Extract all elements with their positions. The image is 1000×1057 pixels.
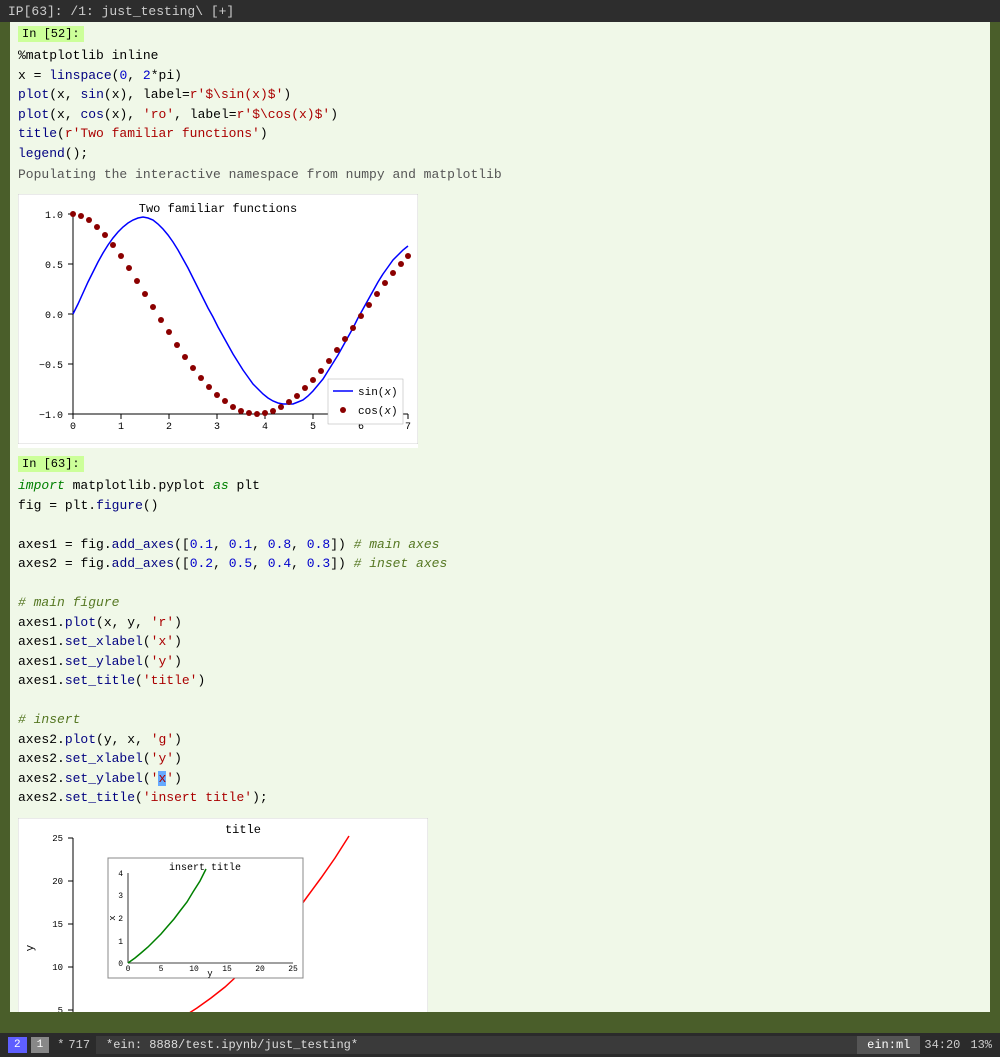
svg-text:0: 0 bbox=[70, 422, 76, 433]
cell-52-output: Populating the interactive namespace fro… bbox=[18, 165, 982, 186]
cell-63: In [63]: import matplotlib.pyplot as plt… bbox=[10, 452, 990, 814]
code-line: # main figure bbox=[18, 593, 982, 613]
svg-text:3: 3 bbox=[214, 422, 220, 433]
notebook: In [52]: %matplotlib inline x = linspace… bbox=[10, 22, 990, 1012]
code-line: title(r'Two familiar functions') bbox=[18, 124, 982, 144]
svg-text:2: 2 bbox=[118, 915, 123, 924]
code-line: axes1.plot(x, y, 'r') bbox=[18, 613, 982, 633]
chart-2-inset-ylabel: x bbox=[108, 915, 118, 920]
svg-text:20: 20 bbox=[52, 877, 63, 887]
svg-text:15: 15 bbox=[222, 965, 232, 974]
code-line: plot(x, cos(x), 'ro', label=r'$\cos(x)$'… bbox=[18, 105, 982, 125]
svg-text:0: 0 bbox=[118, 960, 123, 969]
code-line bbox=[18, 691, 982, 711]
code-line: legend(); bbox=[18, 144, 982, 164]
svg-text:15: 15 bbox=[52, 920, 63, 930]
chart-2-svg: title y x 0 5 10 15 20 25 bbox=[18, 818, 428, 1013]
title-bar: IP[63]: /1: just_testing\ [+] bbox=[0, 0, 1000, 22]
status-modified: * bbox=[57, 1038, 64, 1052]
cell-52-code[interactable]: %matplotlib inline x = linspace(0, 2*pi)… bbox=[18, 44, 982, 165]
status-cell-2[interactable]: 1 bbox=[31, 1037, 50, 1053]
title-text: IP[63]: /1: just_testing\ [+] bbox=[8, 4, 234, 19]
status-cell-1[interactable]: 2 bbox=[8, 1037, 27, 1053]
code-line: axes2 = fig.add_axes([0.2, 0.5, 0.4, 0.3… bbox=[18, 554, 982, 574]
svg-text:0: 0 bbox=[126, 965, 131, 974]
svg-text:3: 3 bbox=[118, 892, 123, 901]
code-line bbox=[18, 515, 982, 535]
code-line bbox=[18, 574, 982, 594]
code-line: axes2.set_ylabel('x') bbox=[18, 769, 982, 789]
svg-text:4: 4 bbox=[118, 870, 123, 879]
code-line: plot(x, sin(x), label=r'$\sin(x)$') bbox=[18, 85, 982, 105]
status-bar: 2 1 * 717 *ein: 8888/test.ipynb/just_tes… bbox=[0, 1033, 1000, 1057]
svg-text:0.5: 0.5 bbox=[45, 261, 63, 272]
status-position: 34:20 bbox=[924, 1038, 960, 1052]
cell-63-code[interactable]: import matplotlib.pyplot as plt fig = pl… bbox=[18, 474, 982, 810]
chart-1-title: Two familiar functions bbox=[139, 202, 297, 216]
chart-2-ylabel: y bbox=[25, 944, 37, 951]
chart-2-inset-xlabel: y bbox=[207, 969, 213, 979]
svg-text:−1.0: −1.0 bbox=[39, 411, 63, 422]
status-linecount: 717 bbox=[68, 1038, 90, 1052]
status-mode: ein:ml bbox=[857, 1036, 920, 1054]
svg-text:5: 5 bbox=[58, 1006, 63, 1013]
svg-text:1: 1 bbox=[118, 938, 123, 947]
code-line: import matplotlib.pyplot as plt bbox=[18, 476, 982, 496]
svg-text:25: 25 bbox=[52, 834, 63, 844]
code-line: axes1 = fig.add_axes([0.1, 0.1, 0.8, 0.8… bbox=[18, 535, 982, 555]
chart-2-title: title bbox=[225, 823, 261, 837]
code-line: axes2.set_xlabel('y') bbox=[18, 749, 982, 769]
cell-52: In [52]: %matplotlib inline x = linspace… bbox=[10, 22, 990, 190]
status-percent: 13% bbox=[970, 1038, 992, 1052]
legend-sin: sin(x) bbox=[358, 387, 398, 399]
svg-text:4: 4 bbox=[262, 422, 268, 433]
svg-text:2: 2 bbox=[166, 422, 172, 433]
svg-text:25: 25 bbox=[288, 965, 298, 974]
chart-2: title y x 0 5 10 15 20 25 bbox=[18, 818, 428, 1013]
svg-text:0.0: 0.0 bbox=[45, 311, 63, 322]
chart-1-svg: Two familiar functions 0.0 0.5 1.0 −0.5 … bbox=[18, 194, 418, 444]
svg-text:1.0: 1.0 bbox=[45, 211, 63, 222]
svg-text:1: 1 bbox=[118, 422, 124, 433]
cell-63-label[interactable]: In [63]: bbox=[18, 456, 84, 472]
svg-text:10: 10 bbox=[52, 963, 63, 973]
chart-1: Two familiar functions 0.0 0.5 1.0 −0.5 … bbox=[18, 194, 418, 448]
code-line: axes2.plot(y, x, 'g') bbox=[18, 730, 982, 750]
svg-text:20: 20 bbox=[255, 965, 265, 974]
code-line: x = linspace(0, 2*pi) bbox=[18, 66, 982, 86]
svg-text:5: 5 bbox=[310, 422, 316, 433]
svg-text:5: 5 bbox=[159, 965, 164, 974]
status-filename: *ein: 8888/test.ipynb/just_testing* bbox=[96, 1036, 857, 1054]
code-line: axes1.set_title('title') bbox=[18, 671, 982, 691]
svg-text:7: 7 bbox=[405, 422, 411, 433]
cell-52-label[interactable]: In [52]: bbox=[18, 26, 84, 42]
code-line: axes1.set_ylabel('y') bbox=[18, 652, 982, 672]
code-line: axes2.set_title('insert title'); bbox=[18, 788, 982, 808]
code-line: %matplotlib inline bbox=[18, 46, 982, 66]
code-line: fig = plt.figure() bbox=[18, 496, 982, 516]
code-line: # insert bbox=[18, 710, 982, 730]
svg-text:−0.5: −0.5 bbox=[39, 361, 63, 372]
svg-text:10: 10 bbox=[189, 965, 199, 974]
code-line: axes1.set_xlabel('x') bbox=[18, 632, 982, 652]
legend-cos: cos(x) bbox=[358, 406, 398, 418]
